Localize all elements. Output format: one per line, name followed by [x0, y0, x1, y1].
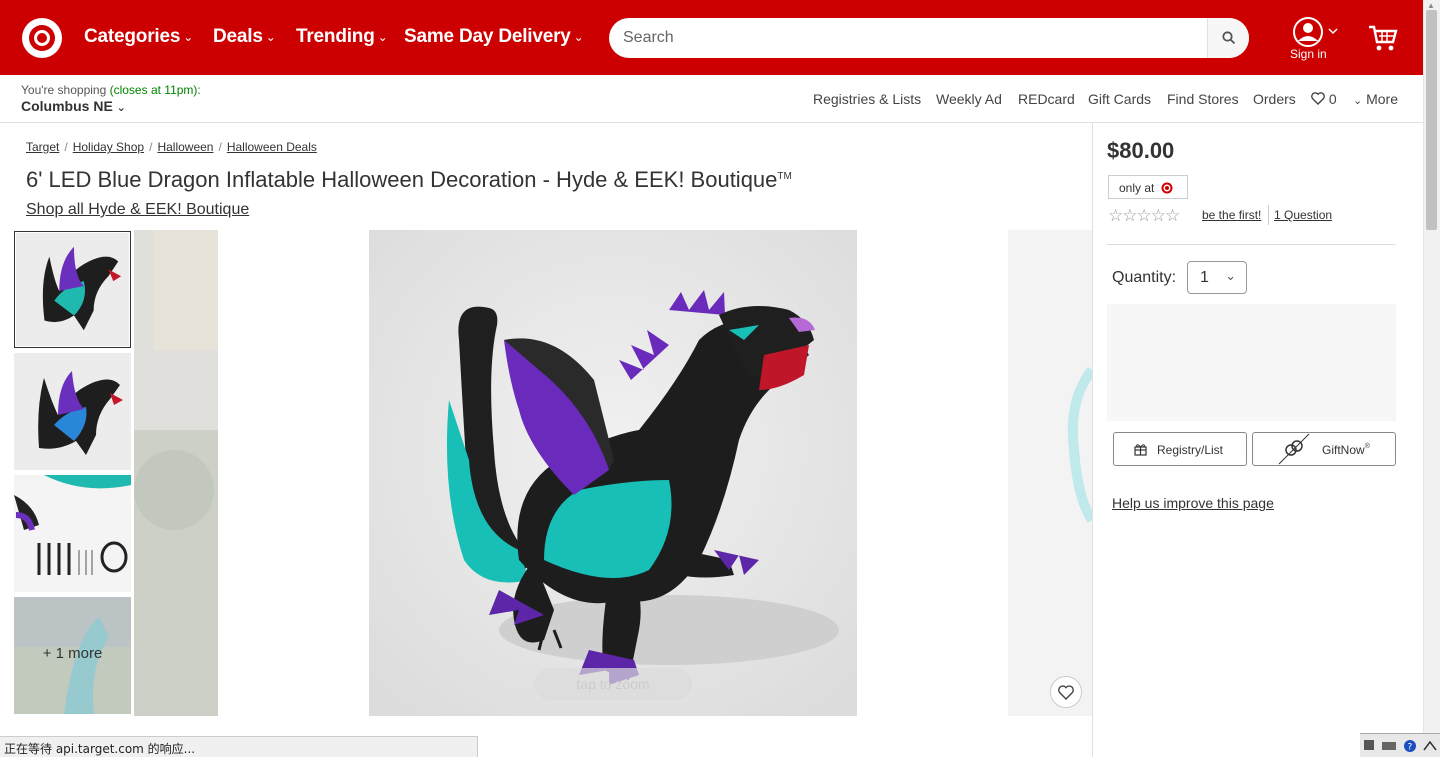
gift-icon	[1134, 444, 1147, 456]
giftnow-button[interactable]: GiftNow®	[1252, 432, 1396, 466]
giftnow-ribbon-icon	[1278, 433, 1310, 465]
divider	[1268, 205, 1269, 225]
favorites-count: 0	[1328, 91, 1337, 107]
shopping-at-label: You're shopping (closes at 11pm):	[21, 83, 201, 97]
thumbnail-2[interactable]	[14, 353, 131, 470]
favorites-link[interactable]: 0	[1311, 91, 1337, 107]
system-tray: ?	[1360, 733, 1440, 757]
divider	[1107, 244, 1396, 245]
heart-icon	[1058, 685, 1074, 700]
scrollbar-thumb[interactable]	[1426, 10, 1437, 230]
nav-deals[interactable]: Deals ⌄	[213, 26, 276, 48]
favorite-button[interactable]	[1050, 676, 1082, 708]
chevron-down-icon: ⌄	[116, 102, 126, 114]
rating-stars[interactable]: ☆☆☆☆☆	[1108, 206, 1180, 226]
registry-list-button[interactable]: Registry/List	[1113, 432, 1247, 466]
help-improve-link[interactable]: Help us improve this page	[1112, 495, 1274, 511]
yard-scene-image	[134, 230, 218, 716]
chevron-down-icon: ⌄	[1225, 268, 1236, 283]
questions-link[interactable]: 1 Question	[1274, 208, 1332, 222]
fulfillment-placeholder	[1107, 304, 1396, 421]
chevron-down-icon: ⌄	[573, 30, 584, 44]
search-bar	[609, 18, 1249, 58]
more-images-label: + 1 more	[42, 645, 103, 662]
nav-same-day-delivery[interactable]: Same Day Delivery ⌄	[404, 26, 584, 48]
thumbnail-more[interactable]: + 1 more	[14, 597, 131, 714]
thumbnail-3[interactable]	[14, 475, 131, 592]
store-selector[interactable]: Columbus NE ⌄	[21, 98, 126, 114]
dragon-inflatable-image	[369, 230, 857, 716]
target-bullseye-icon	[1161, 182, 1173, 194]
target-logo[interactable]	[21, 17, 63, 59]
only-at-target-badge: only at	[1108, 175, 1188, 199]
cart-icon[interactable]	[1368, 24, 1398, 52]
search-button[interactable]	[1207, 18, 1249, 58]
previous-image-preview[interactable]	[134, 230, 218, 716]
chevron-down-icon: ⌄	[265, 30, 276, 44]
link-gift-cards[interactable]: Gift Cards	[1088, 91, 1151, 107]
quantity-label: Quantity:	[1112, 269, 1177, 286]
link-weekly-ad[interactable]: Weekly Ad	[936, 91, 1002, 107]
more-menu[interactable]: ⌄ More	[1353, 91, 1398, 107]
sign-in-label[interactable]: Sign in	[1290, 47, 1327, 61]
write-review-link[interactable]: be the first!	[1202, 208, 1261, 222]
top-header: Categories ⌄ Deals ⌄ Trending ⌄ Same Day De…	[0, 0, 1423, 75]
product-price: $80.00	[1107, 138, 1175, 163]
search-icon	[1222, 31, 1236, 45]
tap-to-zoom-hint[interactable]: tap to zoom	[534, 668, 692, 700]
svg-text:?: ?	[1408, 743, 1413, 753]
accessories-thumbnail-image	[14, 475, 131, 592]
nav-trending[interactable]: Trending ⌄	[296, 26, 388, 48]
shop-all-brand-link[interactable]: Shop all Hyde & EEK! Boutique	[26, 201, 249, 219]
breadcrumb-halloween-deals[interactable]: Halloween Deals	[227, 140, 317, 154]
heart-icon	[1311, 92, 1325, 105]
link-orders[interactable]: Orders	[1253, 91, 1296, 107]
tray-icons: ?	[1364, 740, 1437, 753]
dragon-thumbnail-image	[15, 232, 130, 347]
link-registries[interactable]: Registries & Lists	[813, 91, 921, 107]
breadcrumb: Target / Holiday Shop / Halloween / Halloween …	[26, 140, 317, 154]
scroll-up-arrow-icon[interactable]: ▲	[1427, 1, 1435, 10]
dragon-preview-image	[1008, 230, 1092, 716]
product-title: 6' LED Blue Dragon Inflatable Halloween …	[26, 167, 792, 192]
quantity-select[interactable]: 1 ⌄	[1187, 261, 1247, 294]
main-product-image[interactable]: tap to zoom	[369, 230, 857, 716]
chevron-down-icon: ⌄	[1353, 95, 1363, 107]
chevron-down-icon: ⌄	[183, 30, 194, 44]
link-redcard[interactable]: REDcard	[1018, 91, 1075, 107]
chevron-down-icon: ⌄	[377, 30, 388, 44]
breadcrumb-target[interactable]: Target	[26, 140, 59, 154]
breadcrumb-holiday-shop[interactable]: Holiday Shop	[73, 140, 144, 154]
link-find-stores[interactable]: Find Stores	[1167, 91, 1239, 107]
nav-categories[interactable]: Categories ⌄	[84, 26, 193, 48]
thumbnail-1[interactable]	[14, 231, 131, 348]
browser-status-bar: 正在等待 api.target.com 的响应...	[0, 736, 478, 757]
search-input[interactable]	[623, 26, 1203, 50]
next-image-preview[interactable]	[1008, 230, 1092, 716]
store-bar: You're shopping (closes at 11pm): Columb…	[0, 75, 1423, 123]
dragon-thumbnail-image	[14, 353, 131, 470]
breadcrumb-halloween[interactable]: Halloween	[157, 140, 213, 154]
